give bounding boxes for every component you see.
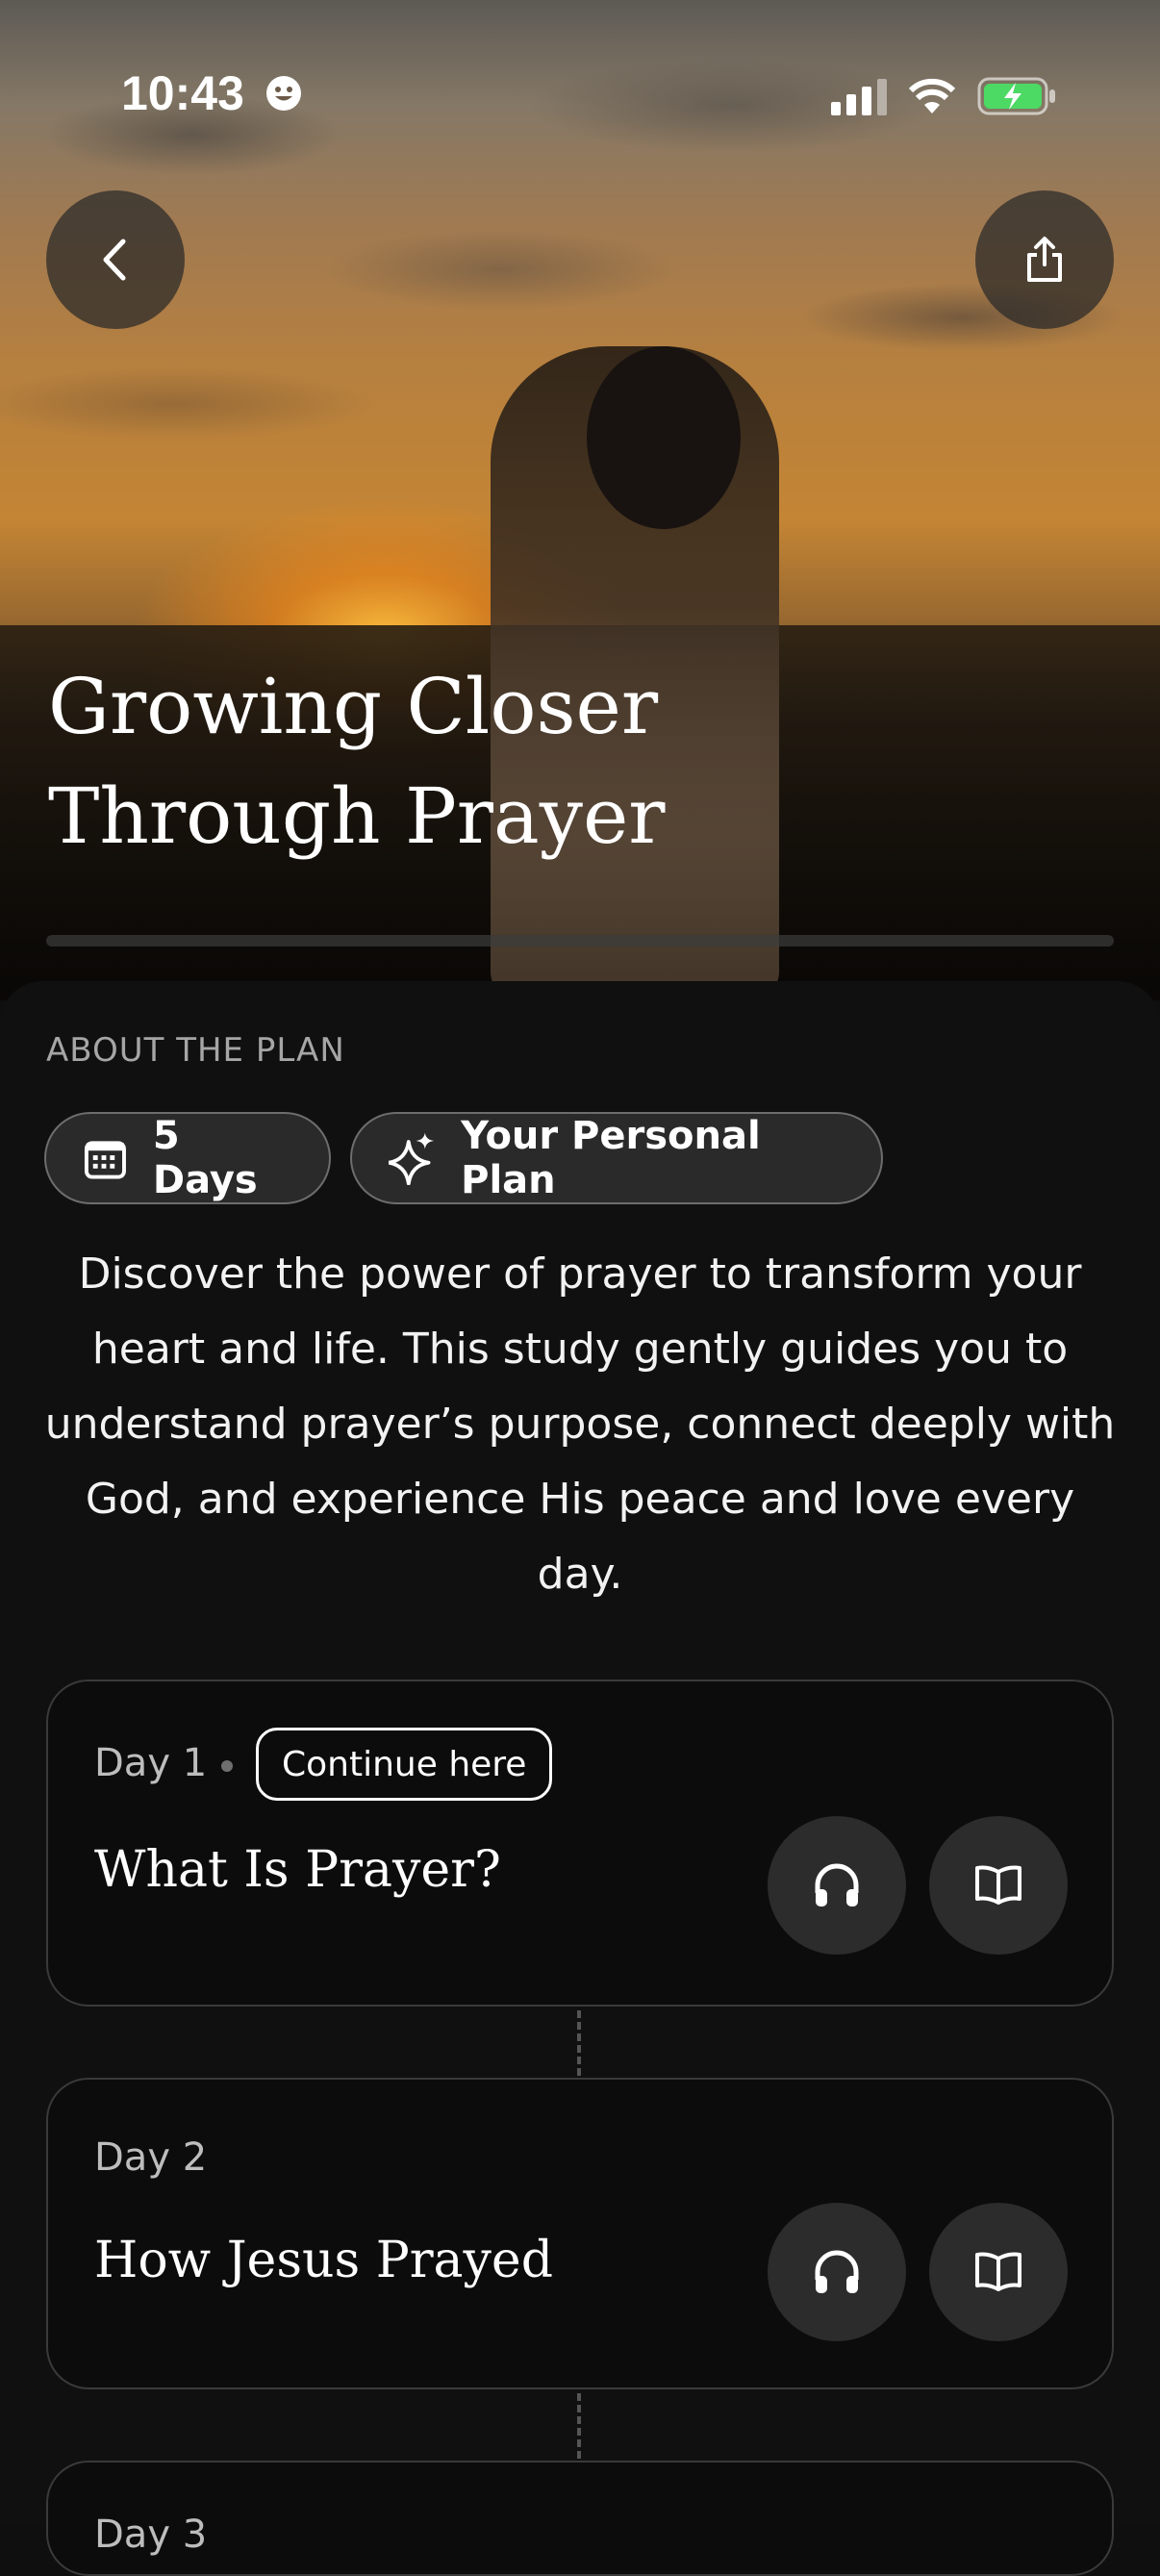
duration-chip: 5 Days	[44, 1112, 331, 1204]
listen-button[interactable]	[768, 2203, 906, 2341]
book-icon	[975, 1865, 1021, 1905]
about-heading: ABOUT THE PLAN	[46, 1031, 345, 1070]
day-connector	[577, 2393, 581, 2459]
duration-chip-label: 5 Days	[152, 1114, 258, 1202]
book-icon	[975, 2252, 1021, 2291]
plan-progress-bar	[46, 935, 1114, 947]
share-icon	[1027, 237, 1062, 282]
plan-title-line2: Through Prayer	[48, 771, 666, 861]
chevron-left-icon	[103, 239, 126, 281]
day-label: Day 3	[94, 2513, 208, 2557]
wifi-icon	[908, 78, 956, 114]
separator-dot	[221, 1760, 233, 1772]
plan-description: Discover the power of prayer to transfor…	[44, 1250, 1116, 1599]
day-label: Day 2	[94, 2135, 208, 2180]
personal-plan-chip: Your Personal Plan	[350, 1112, 883, 1204]
day-connector	[577, 2010, 581, 2076]
day-card-1[interactable]: Day 1 Continue here What Is Prayer?	[46, 1679, 1114, 2007]
figure-head	[587, 346, 741, 529]
status-bar: 10:43	[0, 0, 1160, 192]
share-button[interactable]	[975, 190, 1114, 329]
day-card-3[interactable]: Day 3	[46, 2461, 1114, 2576]
calendar-icon	[84, 1141, 126, 1179]
smiley-icon	[266, 76, 301, 111]
listen-button[interactable]	[768, 1816, 906, 1955]
continue-here-badge: Continue here	[256, 1728, 553, 1801]
back-button[interactable]	[46, 190, 185, 329]
battery-charging-icon	[977, 77, 1055, 115]
day-title: What Is Prayer?	[94, 1841, 501, 1899]
read-button[interactable]	[929, 1816, 1068, 1955]
day-card-2[interactable]: Day 2 How Jesus Prayed	[46, 2078, 1114, 2389]
headphones-icon	[815, 1863, 859, 1907]
sparkles-icon	[389, 1132, 435, 1185]
personal-plan-chip-label: Your Personal Plan	[461, 1114, 761, 1202]
read-button[interactable]	[929, 2203, 1068, 2341]
plan-title: Growing Closer Through Prayer	[48, 652, 818, 871]
plan-title-line1: Growing Closer	[48, 662, 659, 751]
status-time: 10:43	[121, 66, 244, 120]
headphones-icon	[815, 2250, 859, 2293]
day-title: How Jesus Prayed	[94, 2232, 553, 2289]
cellular-signal-icon	[831, 79, 887, 115]
day-label: Day 1	[94, 1741, 208, 1785]
